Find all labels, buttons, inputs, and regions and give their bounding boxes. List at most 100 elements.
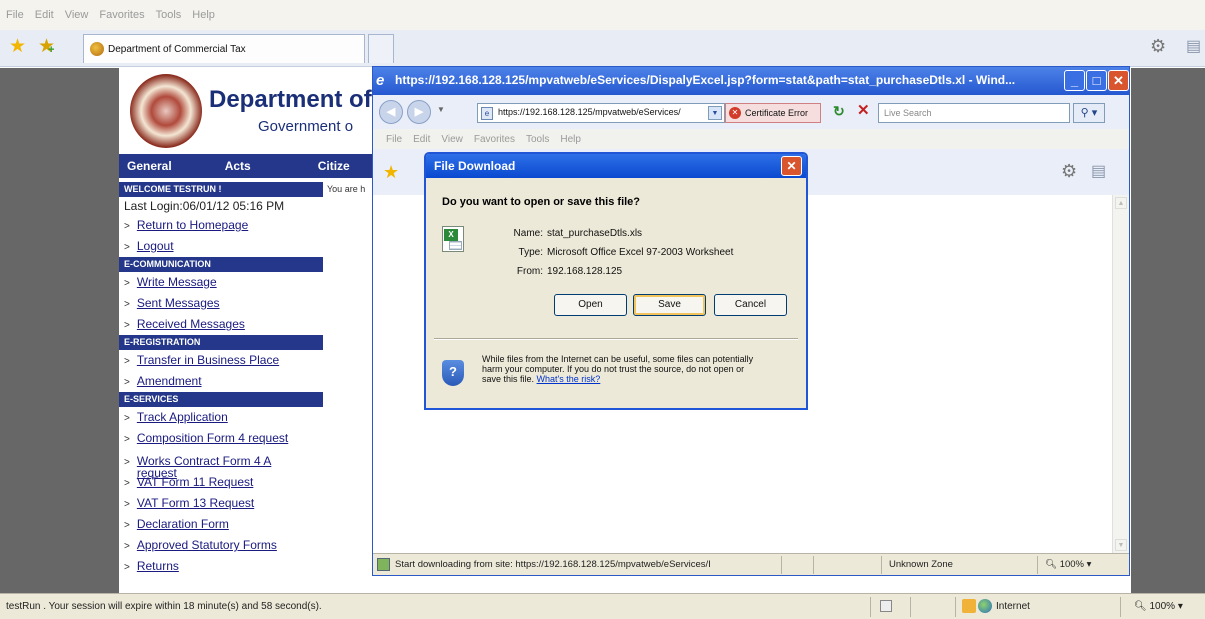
save-button[interactable]: Save xyxy=(633,294,706,316)
menu-tools[interactable]: Tools xyxy=(156,9,182,21)
search-button[interactable]: ⚲ ▾ xyxy=(1073,103,1105,123)
status-divider xyxy=(881,556,882,574)
tools-gear-icon[interactable]: ⚙ xyxy=(1061,161,1077,182)
popup-title-bar[interactable]: e https://192.168.128.125/mpvatweb/eServ… xyxy=(373,67,1129,95)
favorites-star-icon[interactable]: ★ xyxy=(383,162,399,183)
site-nav-bar: General Acts Citize xyxy=(119,154,372,178)
sidebar-item-transfer-business-place[interactable]: > Transfer in Business Place xyxy=(119,350,323,371)
file-type-row: Type: Microsoft Office Excel 97-2003 Work… xyxy=(511,247,734,258)
sidebar: WELCOME TESTRUN ! Last Login:06/01/12 05… xyxy=(119,182,323,593)
chevron-right-icon: > xyxy=(124,434,130,445)
sidebar-item-logout[interactable]: > Logout xyxy=(119,236,323,257)
address-dropdown-icon[interactable]: ▼ xyxy=(708,106,722,120)
browser-status-bar: testRun . Your session will expire withi… xyxy=(0,593,1205,619)
menu-file[interactable]: File xyxy=(6,9,24,21)
sidebar-item-return-home[interactable]: > Return to Homepage xyxy=(119,215,323,236)
scroll-down-icon[interactable]: ▼ xyxy=(1115,539,1127,551)
main-content-text: You are h xyxy=(327,184,366,194)
site-favicon-icon xyxy=(90,42,104,56)
file-name-label: Name: xyxy=(513,228,543,239)
site-subtitle: Government o xyxy=(258,118,354,135)
tools-gear-icon[interactable]: ⚙ xyxy=(1150,36,1166,57)
sidebar-item-returns[interactable]: > Returns xyxy=(119,556,323,577)
browser-tabbar: ★ ★ + Department of Commercial Tax ⚙ ▤ xyxy=(0,30,1205,67)
chevron-right-icon: > xyxy=(124,221,130,232)
nav-citizen[interactable]: Citize xyxy=(318,159,350,173)
certificate-error-icon: ✕ xyxy=(729,107,741,119)
address-url[interactable]: https://192.168.128.125/mpvatweb/eServic… xyxy=(498,107,700,117)
popup-status-text: Start downloading from site: https://192… xyxy=(395,559,711,570)
menu-favorites[interactable]: Favorites xyxy=(99,9,144,21)
welcome-header: WELCOME TESTRUN ! xyxy=(119,182,323,197)
status-divider xyxy=(910,597,911,617)
sidebar-item-received-messages[interactable]: > Received Messages xyxy=(119,314,323,335)
e-communication-header: E-COMMUNICATION xyxy=(119,257,323,272)
dialog-divider xyxy=(434,338,798,340)
scroll-up-icon[interactable]: ▲ xyxy=(1115,197,1127,209)
popup-menu-favorites[interactable]: Favorites xyxy=(474,134,515,145)
recent-pages-dropdown-icon[interactable]: ▼ xyxy=(437,105,445,114)
nav-general[interactable]: General xyxy=(127,159,172,173)
sidebar-item-declaration-form[interactable]: > Declaration Form xyxy=(119,514,323,535)
maximize-button[interactable]: □ xyxy=(1086,70,1107,91)
popup-zoom-level[interactable]: 🔍︎ 100% ▾ xyxy=(1045,559,1091,570)
new-tab-button[interactable] xyxy=(368,34,394,63)
status-divider xyxy=(781,556,782,574)
favorites-star-icon[interactable]: ★ xyxy=(9,37,26,56)
status-divider xyxy=(813,556,814,574)
file-name-row: Name: stat_purchaseDtls.xls xyxy=(511,228,643,239)
page-background-left xyxy=(0,68,119,593)
chevron-right-icon: > xyxy=(124,299,130,310)
sidebar-item-track-application[interactable]: > Track Application xyxy=(119,407,323,428)
close-window-button[interactable]: ✕ xyxy=(1108,70,1129,91)
sidebar-item-vat-form-13[interactable]: > VAT Form 13 Request xyxy=(119,493,323,514)
search-input[interactable]: Live Search xyxy=(878,103,1070,123)
popup-menu-help[interactable]: Help xyxy=(560,134,581,145)
vertical-scrollbar[interactable]: ▲ ▼ xyxy=(1112,195,1129,553)
whats-the-risk-link[interactable]: What's the risk? xyxy=(537,374,601,384)
chevron-right-icon: > xyxy=(124,377,130,388)
sidebar-item-composition-form-4[interactable]: > Composition Form 4 request xyxy=(119,428,323,449)
popup-menu-file[interactable]: File xyxy=(386,134,402,145)
sidebar-item-amendment[interactable]: > Amendment xyxy=(119,371,323,392)
site-header: Department of Government o xyxy=(119,68,372,154)
chevron-right-icon: > xyxy=(124,478,130,489)
security-shield-icon: ? xyxy=(442,360,464,386)
menu-view[interactable]: View xyxy=(65,9,89,21)
protected-mode-icon[interactable] xyxy=(962,599,976,613)
zone-label: Internet xyxy=(996,601,1030,612)
page-menu-icon[interactable]: ▤ xyxy=(1091,161,1106,181)
nav-acts[interactable]: Acts xyxy=(225,159,251,173)
open-button[interactable]: Open xyxy=(554,294,627,316)
sidebar-item-write-message[interactable]: > Write Message xyxy=(119,272,323,293)
popup-menu-tools[interactable]: Tools xyxy=(526,134,549,145)
certificate-error-button[interactable]: ✕ Certificate Error xyxy=(725,103,821,123)
page-background-right xyxy=(1131,68,1205,593)
certificate-error-label: Certificate Error xyxy=(745,108,809,118)
file-name-value: stat_purchaseDtls.xls xyxy=(547,228,643,239)
add-favorite-icon[interactable]: ★ + xyxy=(38,37,55,56)
refresh-icon[interactable]: ↻ xyxy=(833,103,845,120)
stop-icon[interactable]: ✕ xyxy=(857,101,870,119)
forward-button[interactable]: ▶ xyxy=(407,100,431,124)
tab-department-of-commercial-tax[interactable]: Department of Commercial Tax xyxy=(83,34,365,63)
minimize-button[interactable]: _ xyxy=(1064,70,1085,91)
page-menu-icon[interactable]: ▤ xyxy=(1186,36,1201,56)
sidebar-item-sent-messages[interactable]: > Sent Messages xyxy=(119,293,323,314)
back-button[interactable]: ◀ xyxy=(379,100,403,124)
internet-zone-globe-icon xyxy=(978,599,992,613)
page-icon: e xyxy=(481,107,493,120)
dialog-close-button[interactable]: ✕ xyxy=(781,156,802,176)
popup-status-bar: Start downloading from site: https://192… xyxy=(373,553,1129,575)
menu-edit[interactable]: Edit xyxy=(35,9,54,21)
dialog-title-bar[interactable]: File Download ✕ xyxy=(426,154,806,178)
cancel-button[interactable]: Cancel xyxy=(714,294,787,316)
popup-menu-edit[interactable]: Edit xyxy=(413,134,430,145)
popup-menu-view[interactable]: View xyxy=(441,134,463,145)
site-title: Department of xyxy=(209,86,372,113)
zoom-level[interactable]: 🔍︎ 100% ▾ xyxy=(1134,601,1183,612)
sidebar-item-approved-statutory-forms[interactable]: > Approved Statutory Forms xyxy=(119,535,323,556)
popup-title: https://192.168.128.125/mpvatweb/eServic… xyxy=(395,73,1016,87)
menu-help[interactable]: Help xyxy=(192,9,215,21)
address-bar[interactable]: e https://192.168.128.125/mpvatweb/eServ… xyxy=(477,103,725,123)
